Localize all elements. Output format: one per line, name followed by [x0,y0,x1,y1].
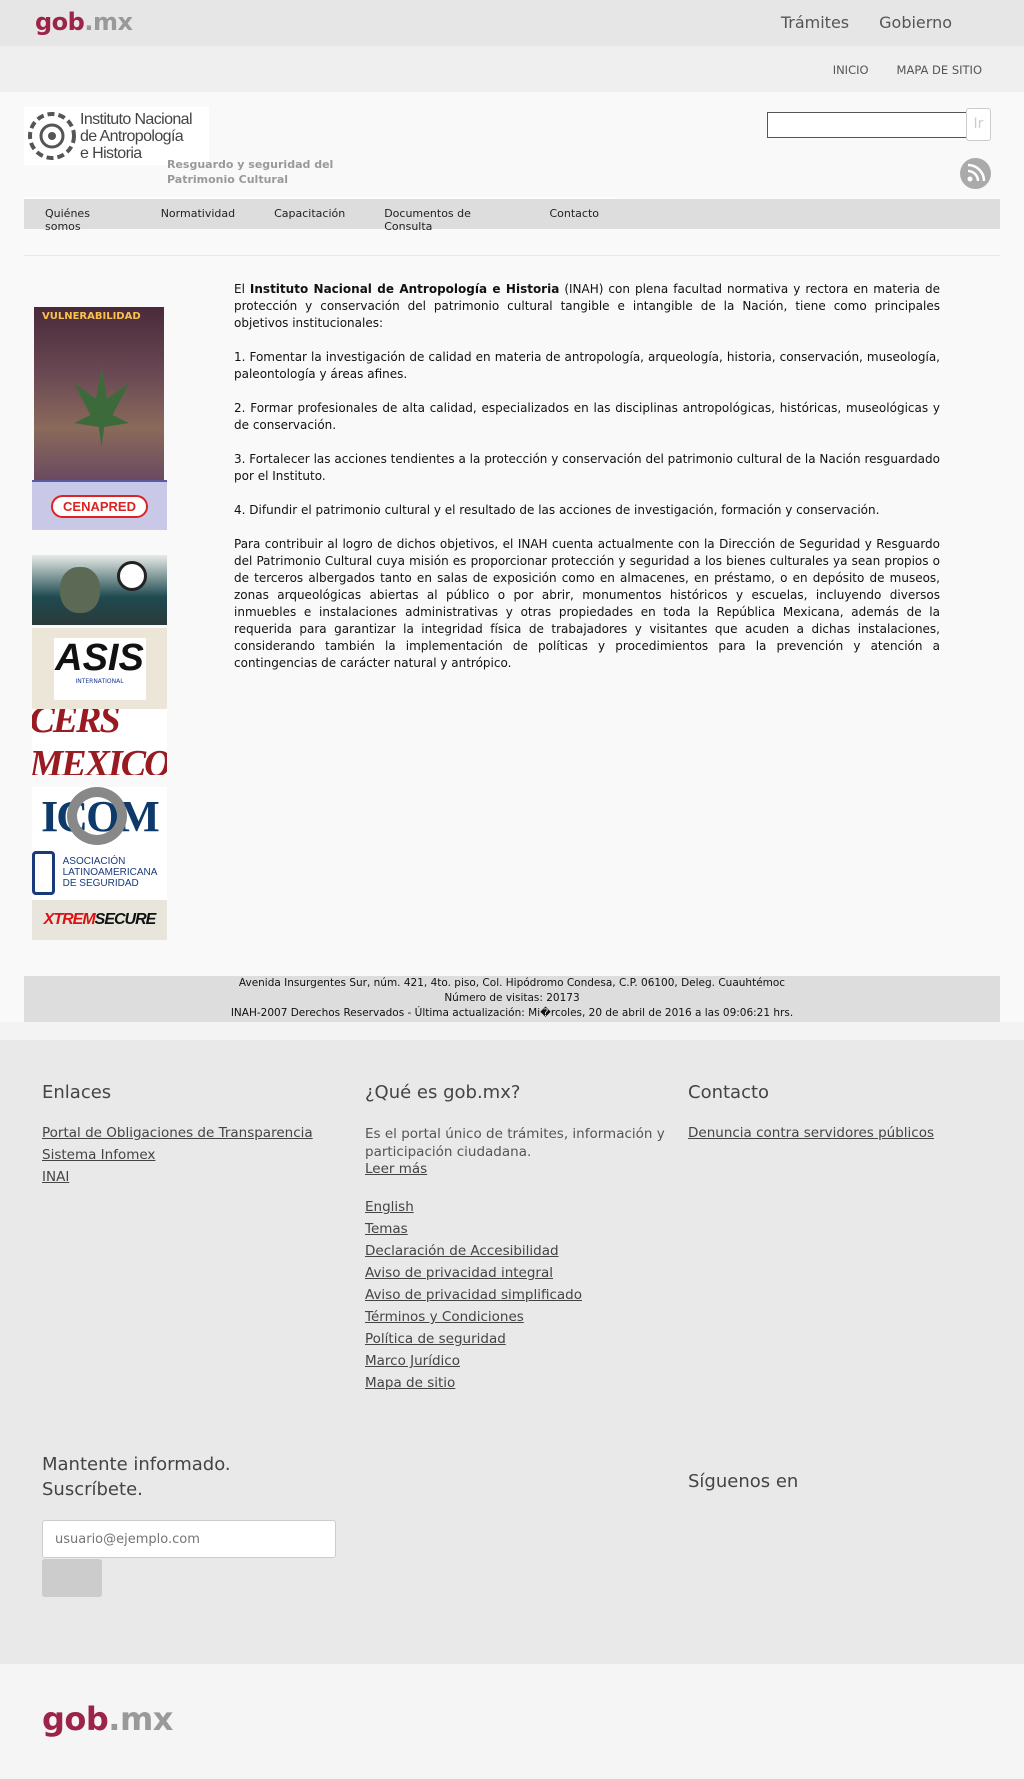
inah-footer: Avenida Insurgentes Sur, núm. 421, 4to. … [24,976,1000,1022]
menu-quienes-somos[interactable]: Quiénes somos [24,199,140,233]
main-menu: Quiénes somos Normatividad Capacitación … [24,197,1000,233]
objective-3: 3. Fortalecer las acciones tendientes a … [234,452,940,483]
footer-contacto: Contacto Denuncia contra servidores públ… [688,1082,934,1147]
cers-mexico-logo[interactable]: CERS MEXICO [32,709,167,775]
gob-logo[interactable]: gob.mx [35,8,133,36]
link-inicio[interactable]: INICIO [833,63,869,77]
news-line-1: Mantente informado. [42,1454,231,1475]
link-accesibilidad[interactable]: Declaración de Accesibilidad [365,1243,665,1259]
link-temas[interactable]: Temas [365,1221,665,1237]
cenapred-logo[interactable]: CENAPRED [32,480,167,530]
main-page: Instituto Nacional de Antropología e His… [0,92,1024,1022]
site-topnav: INICIO MAPA DE SITIO [0,46,1024,92]
cenapred-label: CENAPRED [51,494,148,518]
olmec-head-icon [59,567,100,613]
alas-badge-icon [32,850,55,895]
menu-contacto[interactable]: Contacto [528,199,617,229]
link-privacidad-simplificado[interactable]: Aviso de privacidad simplificado [365,1287,665,1303]
intro-a: El [234,282,250,296]
gob-bottom-logo[interactable]: gob.mx [42,1700,173,1738]
contacto-title: Contacto [688,1082,770,1103]
footer-que-es: ¿Qué es gob.mx? Es el portal único de tr… [365,1082,665,1397]
xtrem-secure-logo[interactable]: XTREMSECURE [32,900,167,940]
nav-tramites[interactable]: Trámites [781,13,849,32]
gob-logo-main: gob [35,8,85,36]
gob-footer: Enlaces Portal de Obligaciones de Transp… [0,1040,1024,1664]
asis-sub: INTERNATIONAL [75,677,124,685]
leer-mas-link[interactable]: Leer más [365,1161,665,1177]
poster-title: VULNERABILIDAD [42,311,141,322]
closing-paragraph: Para contribuir al logro de dichos objet… [234,537,940,670]
xtrem-a: XTREM [43,911,96,928]
alas-label: ASOCIACIÓN LATINOAMERICANA DE SEGURIDAD [62,856,157,889]
gob-bottom: gob.mx [0,1664,1024,1778]
que-es-title: ¿Qué es gob.mx? [365,1082,521,1103]
cers-label: CERS MEXICO [32,709,167,775]
gob-logo-suffix: .mx [84,8,133,36]
site-subtitle: Resguardo y seguridad del Patrimonio Cul… [167,158,334,186]
link-mapa-sitio[interactable]: MAPA DE SITIO [897,63,982,77]
menu-capacitacion[interactable]: Capacitación [253,199,363,229]
link-inai[interactable]: INAI [42,1169,313,1185]
link-english[interactable]: English [365,1199,665,1215]
alas-logo[interactable]: ASOCIACIÓN LATINOAMERICANA DE SEGURIDAD [32,845,167,900]
gob-topbar: gob.mx Trámites Gobierno [0,0,1024,46]
gob-bottom-suffix: .mx [108,1700,173,1738]
link-infomex[interactable]: Sistema Infomex [42,1147,313,1163]
link-denuncia[interactable]: Denuncia contra servidores públicos [688,1125,934,1141]
vulnerabilidad-poster[interactable]: VULNERABILIDAD [34,307,164,480]
menu-normatividad[interactable]: Normatividad [140,199,253,229]
proinah-logo[interactable] [32,555,167,625]
menu-documentos[interactable]: Documentos de Consulta [363,199,528,233]
spacer [0,1022,1024,1040]
objective-1: 1. Fomentar la investigación de calidad … [234,350,940,381]
gob-nav: Trámites Gobierno [781,13,952,32]
footer-enlaces: Enlaces Portal de Obligaciones de Transp… [42,1082,313,1191]
link-politica-seguridad[interactable]: Política de seguridad [365,1331,665,1347]
logo-line-1: Instituto Nacional [80,110,193,128]
search-input[interactable] [767,112,967,138]
icom-ring-icon [67,787,127,845]
enlaces-title: Enlaces [42,1082,112,1103]
newsletter-title: Mantente informado. Suscríbete. [42,1452,336,1502]
asis-logo[interactable]: ASIS INTERNATIONAL [32,628,167,709]
link-transparencia[interactable]: Portal de Obligaciones de Transparencia [42,1125,313,1141]
link-marco-juridico[interactable]: Marco Jurídico [365,1353,665,1369]
objective-2: 2. Formar profesionales de alta calidad,… [234,401,940,432]
rss-icon[interactable] [960,158,991,189]
poster-plant [74,367,129,447]
link-terminos[interactable]: Términos y Condiciones [365,1309,665,1325]
link-mapa-sitio-footer[interactable]: Mapa de sitio [365,1375,665,1391]
siguenos-title: Síguenos en [688,1471,799,1492]
visit-counter: Número de visitas: 20173 [444,992,580,1004]
rights: INAH-2007 Derechos Reservados - Última a… [230,1007,794,1019]
news-line-2: Suscríbete. [42,1479,143,1500]
logo-line-2: de Antropología [80,127,184,145]
intro-paragraph: El Instituto Nacional de Antropología e … [234,281,940,332]
subscribe-button[interactable] [42,1559,102,1597]
gob-bottom-main: gob [42,1700,109,1738]
nav-gobierno[interactable]: Gobierno [879,13,952,32]
objective-4: 4. Difundir el patrimonio cultural y el … [234,503,880,517]
icom-logo[interactable]: ICOM [32,787,167,845]
xtrem-b: SECURE [94,911,157,928]
address: Avenida Insurgentes Sur, núm. 421, 4to. … [238,977,786,989]
proinah-seal-icon [117,561,147,591]
inah-logo-text: Instituto Nacional de Antropología e His… [80,110,193,162]
inah-emblem-icon [24,107,80,165]
search-button[interactable]: Ir [966,108,991,141]
que-es-text: Es el portal único de trámites, informac… [365,1126,665,1160]
intro-bold: Instituto Nacional de Antropología e His… [249,282,560,296]
divider [24,255,1000,256]
email-field[interactable] [42,1520,336,1558]
asis-label: ASIS [55,636,144,679]
main-content: El Instituto Nacional de Antropología e … [234,281,940,689]
link-privacidad-integral[interactable]: Aviso de privacidad integral [365,1265,665,1281]
newsletter: Mantente informado. Suscríbete. [42,1452,336,1597]
